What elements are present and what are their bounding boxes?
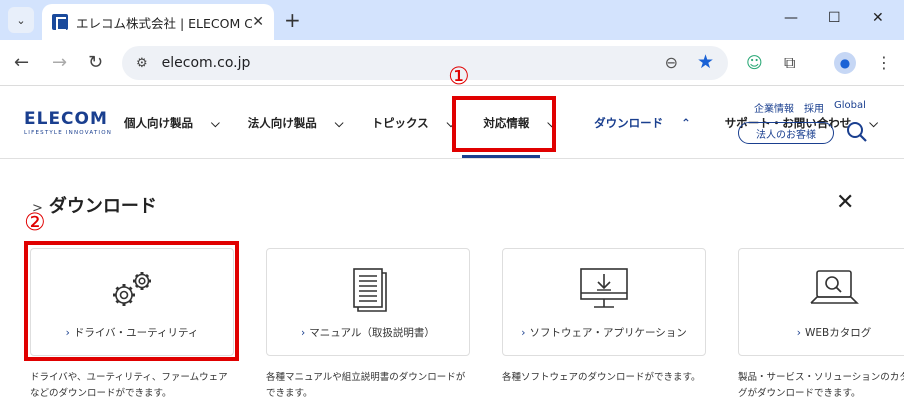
tab-title: エレコム株式会社 | ELECOM CO.,LTD. — [76, 15, 252, 31]
nav-download[interactable]: ダウンロード ⌃ — [594, 115, 705, 131]
card-web-catalog[interactable]: › WEBカタログ — [738, 248, 904, 356]
card-label: ソフトウェア・アプリケーション — [529, 327, 687, 339]
link-company-info[interactable]: 企業情報 — [754, 100, 794, 115]
search-icon[interactable] — [846, 121, 868, 143]
chevron-down-icon: ⌄ — [16, 13, 26, 27]
monitor-download-icon — [580, 268, 628, 308]
address-bar[interactable]: ⚙ elecom.co.jp ⊖ ★ — [122, 46, 728, 80]
chevron-down-icon: ⌵ — [211, 116, 220, 130]
card-description-software: 各種ソフトウェアのダウンロードができます。 — [502, 372, 701, 383]
annotation-mark-2: ② — [24, 208, 46, 236]
nav-personal-products[interactable]: 個人向け製品 ⌵ — [124, 115, 234, 131]
document-icon — [353, 268, 387, 312]
chevron-right-icon: › — [301, 327, 306, 339]
active-nav-underline — [462, 155, 540, 158]
elecom-favicon-icon — [52, 14, 68, 31]
card-description-manual: 各種マニュアルや組立説明書のダウンロードが できます。 — [266, 372, 466, 399]
extensions-puzzle-icon[interactable]: ⧉ — [784, 53, 795, 73]
link-recruit[interactable]: 採用 — [804, 100, 824, 115]
tab-close-icon[interactable]: ✕ — [252, 14, 264, 30]
bookmark-star-icon[interactable]: ★ — [697, 51, 714, 73]
chevron-down-icon: ⌵ — [869, 116, 878, 130]
elecom-logo[interactable]: ELECOM LIFESTYLE INNOVATION — [24, 109, 112, 136]
card-label: マニュアル（取扱説明書） — [309, 327, 435, 339]
annotation-box-driver-card — [24, 241, 239, 361]
window-close-icon[interactable]: ✕ — [872, 10, 884, 26]
card-description-driver: ドライバや、ユーティリティ、ファームウェア などのダウンロードができます。 — [30, 372, 228, 399]
link-global[interactable]: Global — [834, 100, 866, 111]
chevron-right-icon: › — [521, 327, 526, 339]
chevron-up-icon: ⌃ — [681, 116, 691, 130]
menu-kebab-icon[interactable]: ⋮ — [876, 53, 892, 72]
new-tab-plus-icon[interactable]: + — [284, 8, 301, 32]
panel-title: > ダウンロード — [32, 196, 157, 217]
maximize-icon[interactable]: ☐ — [828, 10, 841, 26]
forward-arrow-icon[interactable]: → — [52, 52, 67, 73]
corporate-customer-button[interactable]: 法人のお客様 — [738, 122, 834, 144]
reload-icon[interactable]: ↻ — [88, 52, 103, 73]
laptop-search-icon — [810, 270, 859, 304]
url-text[interactable]: elecom.co.jp — [162, 55, 251, 71]
annotation-mark-1: ① — [448, 62, 470, 90]
nav-business-products[interactable]: 法人向け製品 ⌵ — [248, 115, 358, 131]
site-info-icon[interactable]: ⚙ — [136, 56, 148, 71]
chevron-down-icon: ⌵ — [334, 116, 344, 130]
card-description-catalog: 製品・サービス・ソリューションのカタロ グがダウンロードできます。 — [738, 372, 904, 399]
tab-search-button[interactable]: ⌄ — [8, 7, 34, 33]
profile-avatar-icon[interactable]: ● — [834, 52, 856, 74]
back-arrow-icon[interactable]: ← — [14, 52, 29, 73]
panel-close-icon[interactable]: ✕ — [836, 190, 854, 215]
card-label: WEBカタログ — [804, 327, 872, 339]
minimize-icon[interactable]: — — [784, 10, 798, 26]
chevron-right-icon: › — [796, 327, 801, 339]
annotation-box-download-nav — [452, 96, 556, 152]
zoom-icon[interactable]: ⊖ — [665, 53, 678, 72]
tab-bar: ⌄ エレコム株式会社 | ELECOM CO.,LTD. ✕ + — ☐ ✕ — [0, 0, 904, 40]
card-manual[interactable]: › マニュアル（取扱説明書） — [266, 248, 470, 356]
extension-smile-icon[interactable]: ☺ — [746, 53, 763, 72]
browser-tab[interactable]: エレコム株式会社 | ELECOM CO.,LTD. ✕ — [42, 4, 274, 40]
card-software[interactable]: › ソフトウェア・アプリケーション — [502, 248, 706, 356]
